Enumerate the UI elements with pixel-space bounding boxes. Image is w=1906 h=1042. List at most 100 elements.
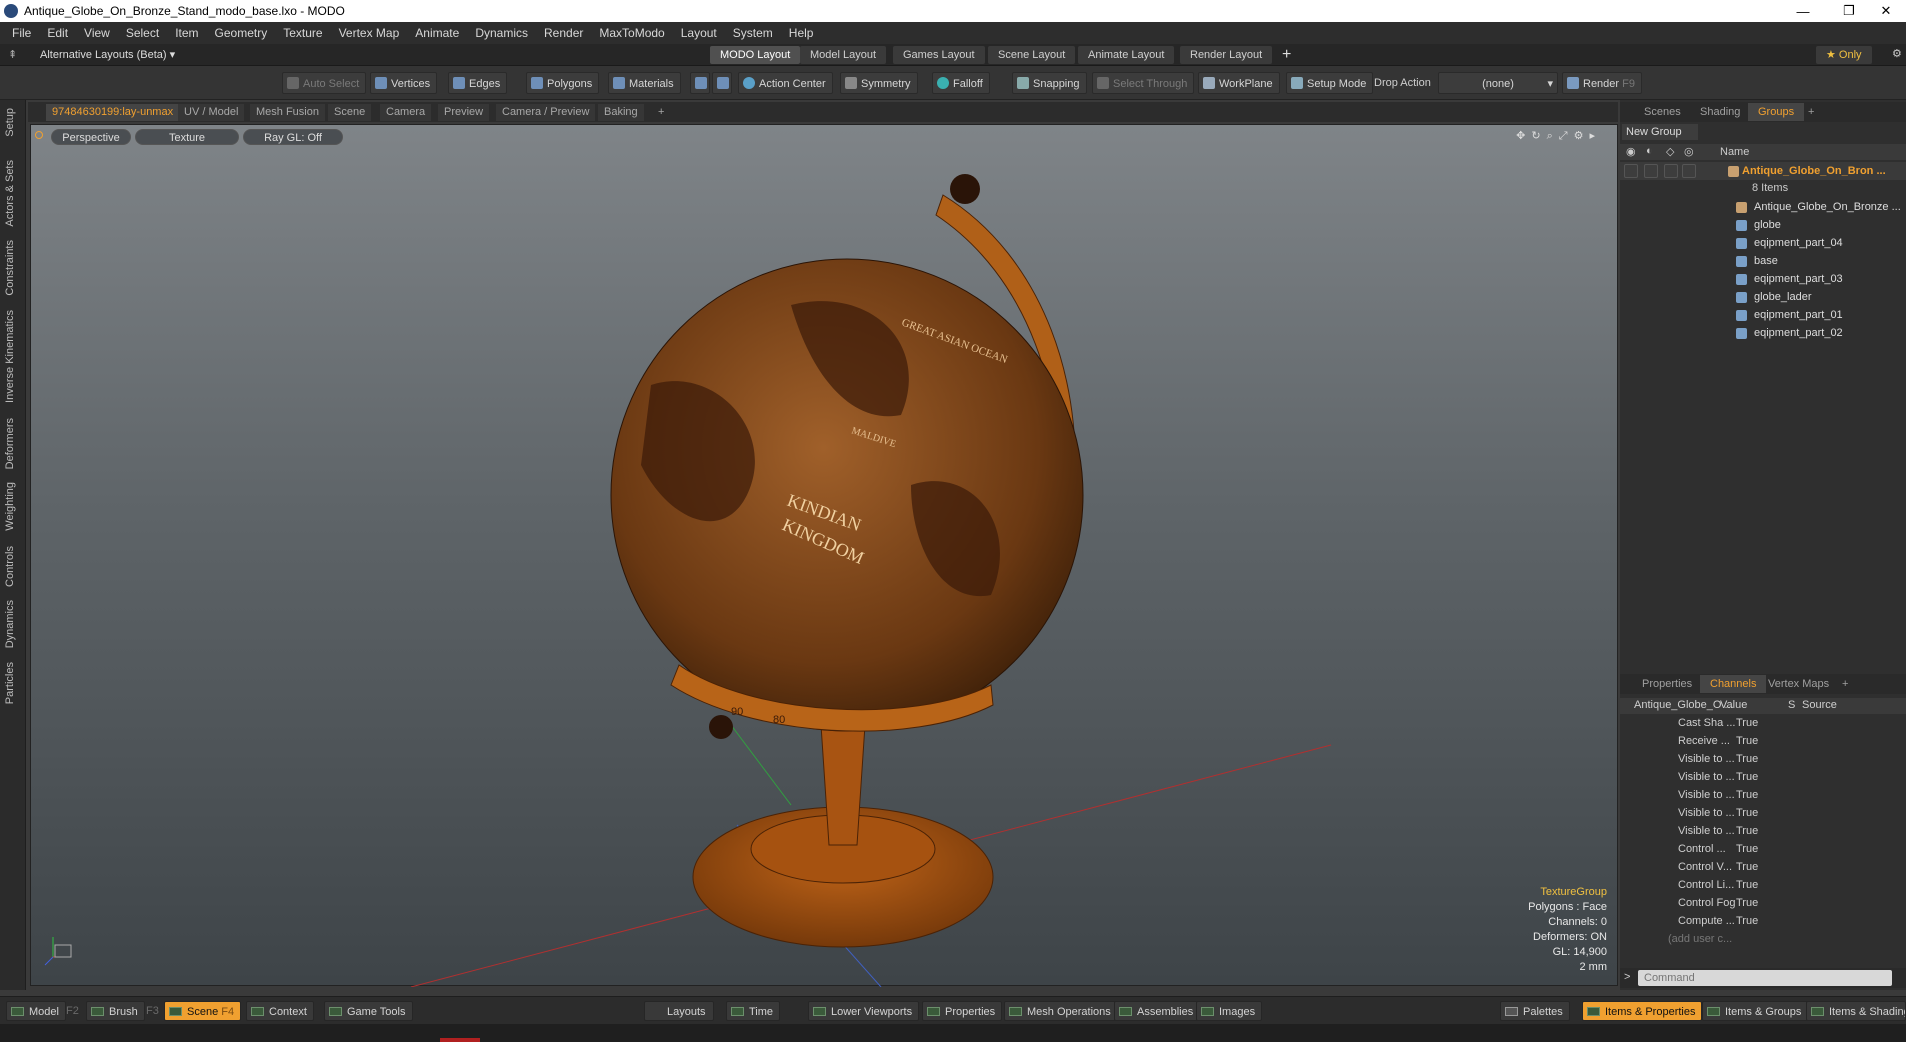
layouts-button[interactable]: Layouts [644,1001,714,1021]
mesh-operations-button[interactable]: Mesh Operations [1004,1001,1118,1021]
time-button[interactable]: Time [726,1001,781,1021]
menu-vertex-map[interactable]: Vertex Map [331,26,408,40]
edges-button[interactable]: Edges [448,72,508,94]
vtab-inverse-kinematics[interactable]: Inverse Kinematics [4,310,16,403]
tree-item[interactable]: globe_lader [1620,288,1906,306]
tab-render-layout[interactable]: Render Layout [1180,46,1273,64]
palettes-button[interactable]: Palettes [1500,1001,1570,1021]
table-row[interactable]: Cast Sha ... True [1620,714,1906,732]
add-scene-tab[interactable]: + [1798,103,1824,121]
items-properties-button[interactable]: Items & Properties [1582,1001,1703,1021]
vtab-setup[interactable]: Setup [4,108,16,137]
auto-select-button[interactable]: Auto Select [282,72,367,94]
properties-button[interactable]: Properties [922,1001,1003,1021]
add-user-channel-row[interactable]: (add user c... [1620,930,1906,948]
layout-dropdown[interactable]: Alternative Layouts (Beta) ▾ [40,48,175,61]
vtab-constraints[interactable]: Constraints [4,240,16,296]
snapping-button[interactable]: Snapping [1012,72,1087,94]
menu-help[interactable]: Help [781,26,822,40]
vtab-controls[interactable]: Controls [4,546,16,587]
table-row[interactable]: Control Fog True [1620,894,1906,912]
add-prop-tab[interactable]: + [1832,675,1858,693]
items-groups-button[interactable]: Items & Groups [1702,1001,1809,1021]
vertices-button[interactable]: Vertices [370,72,438,94]
layout-arrow-icon[interactable]: ⇞ [8,48,17,61]
menu-dynamics[interactable]: Dynamics [467,26,536,40]
select-through-button[interactable]: Select Through [1092,72,1195,94]
tab-camera[interactable]: Camera [380,104,432,121]
render-toggle[interactable] [1644,164,1658,178]
menu-select[interactable]: Select [118,26,167,40]
images-button[interactable]: Images [1196,1001,1263,1021]
vtab-actors-sets[interactable]: Actors & Sets [4,160,16,227]
tree-item[interactable]: globe [1620,216,1906,234]
3d-viewport[interactable]: Perspective Texture Ray GL: Off ✥↻⌕⤢⚙▸ G… [30,124,1618,987]
menu-item[interactable]: Item [167,26,206,40]
polygons-button[interactable]: Polygons [526,72,600,94]
tab-scene[interactable]: Scene [328,104,372,121]
new-group-button[interactable]: New Group [1622,124,1698,140]
menu-animate[interactable]: Animate [407,26,467,40]
group-root-row[interactable]: Antique_Globe_On_Bron ... [1620,162,1906,180]
drop-action-select[interactable]: (none) ▾ [1438,72,1558,94]
selection-mode-b-button[interactable] [712,72,732,94]
menu-texture[interactable]: Texture [275,26,330,40]
menu-edit[interactable]: Edit [39,26,76,40]
tab-groups[interactable]: Groups [1748,103,1805,121]
action-center-button[interactable]: Action Center [738,72,833,94]
menu-maxtomodo[interactable]: MaxToModo [591,26,672,40]
items-shading-button[interactable]: Items & Shading [1806,1001,1906,1021]
tab-vertex-maps[interactable]: Vertex Maps [1758,675,1839,693]
menu-view[interactable]: View [76,26,118,40]
setup-mode-button[interactable]: Setup Mode [1286,72,1374,94]
falloff-button[interactable]: Falloff [932,72,990,94]
tree-item[interactable]: Antique_Globe_On_Bronze ... [1620,198,1906,216]
tab-channels[interactable]: Channels [1700,675,1767,693]
tree-item[interactable]: eqipment_part_01 [1620,306,1906,324]
symmetry-button[interactable]: Symmetry [840,72,918,94]
menu-render[interactable]: Render [536,26,591,40]
select-toggle[interactable] [1682,164,1696,178]
context-button[interactable]: Context [246,1001,314,1021]
tab-properties[interactable]: Properties [1632,675,1702,693]
menu-geometry[interactable]: Geometry [207,26,276,40]
tab-scenes[interactable]: Scenes [1634,103,1691,121]
tab-baking[interactable]: Baking [598,104,644,121]
scene-button[interactable]: Scene F4 [164,1001,242,1021]
tab-camera-preview[interactable]: Camera / Preview [496,104,596,121]
menu-system[interactable]: System [725,26,781,40]
table-row[interactable]: Control Li... True [1620,876,1906,894]
tab-shading[interactable]: Shading [1690,103,1750,121]
tab-lay-unmax[interactable]: 97484630199:lay-unmax [46,104,180,121]
tab-uv-model[interactable]: UV / Model [178,104,245,121]
tab-mesh-fusion[interactable]: Mesh Fusion [250,104,325,121]
menu-file[interactable]: File [4,26,39,40]
tab-scene-layout[interactable]: Scene Layout [988,46,1076,64]
tab-model-layout[interactable]: Model Layout [800,46,887,64]
minimize-button[interactable]: — [1780,0,1826,22]
vtab-deformers[interactable]: Deformers [4,418,16,469]
tab-preview[interactable]: Preview [438,104,490,121]
visibility-toggle[interactable] [1624,164,1638,178]
table-row[interactable]: Visible to ... True [1620,768,1906,786]
tree-item[interactable]: base [1620,252,1906,270]
table-row[interactable]: Control ... True [1620,840,1906,858]
add-viewport-tab[interactable]: + [652,104,670,121]
lock-toggle[interactable] [1664,164,1678,178]
table-row[interactable]: Control V... True [1620,858,1906,876]
vtab-weighting[interactable]: Weighting [4,482,16,531]
table-row[interactable]: Visible to ... True [1620,750,1906,768]
table-row[interactable]: Visible to ... True [1620,822,1906,840]
menu-layout[interactable]: Layout [673,26,725,40]
game-tools-button[interactable]: Game Tools [324,1001,413,1021]
vtab-particles[interactable]: Particles [4,662,16,704]
table-row[interactable]: Visible to ... True [1620,804,1906,822]
close-button[interactable]: ✕ [1866,0,1906,22]
vtab-dynamics[interactable]: Dynamics [4,600,16,648]
only-button[interactable]: ★ Only [1816,46,1872,64]
gear-icon[interactable]: ⚙ [1892,47,1902,60]
table-row[interactable]: Compute ... True [1620,912,1906,930]
tree-item[interactable]: eqipment_part_02 [1620,324,1906,342]
materials-button[interactable]: Materials [608,72,681,94]
tab-modo-layout[interactable]: MODO Layout [710,46,801,64]
